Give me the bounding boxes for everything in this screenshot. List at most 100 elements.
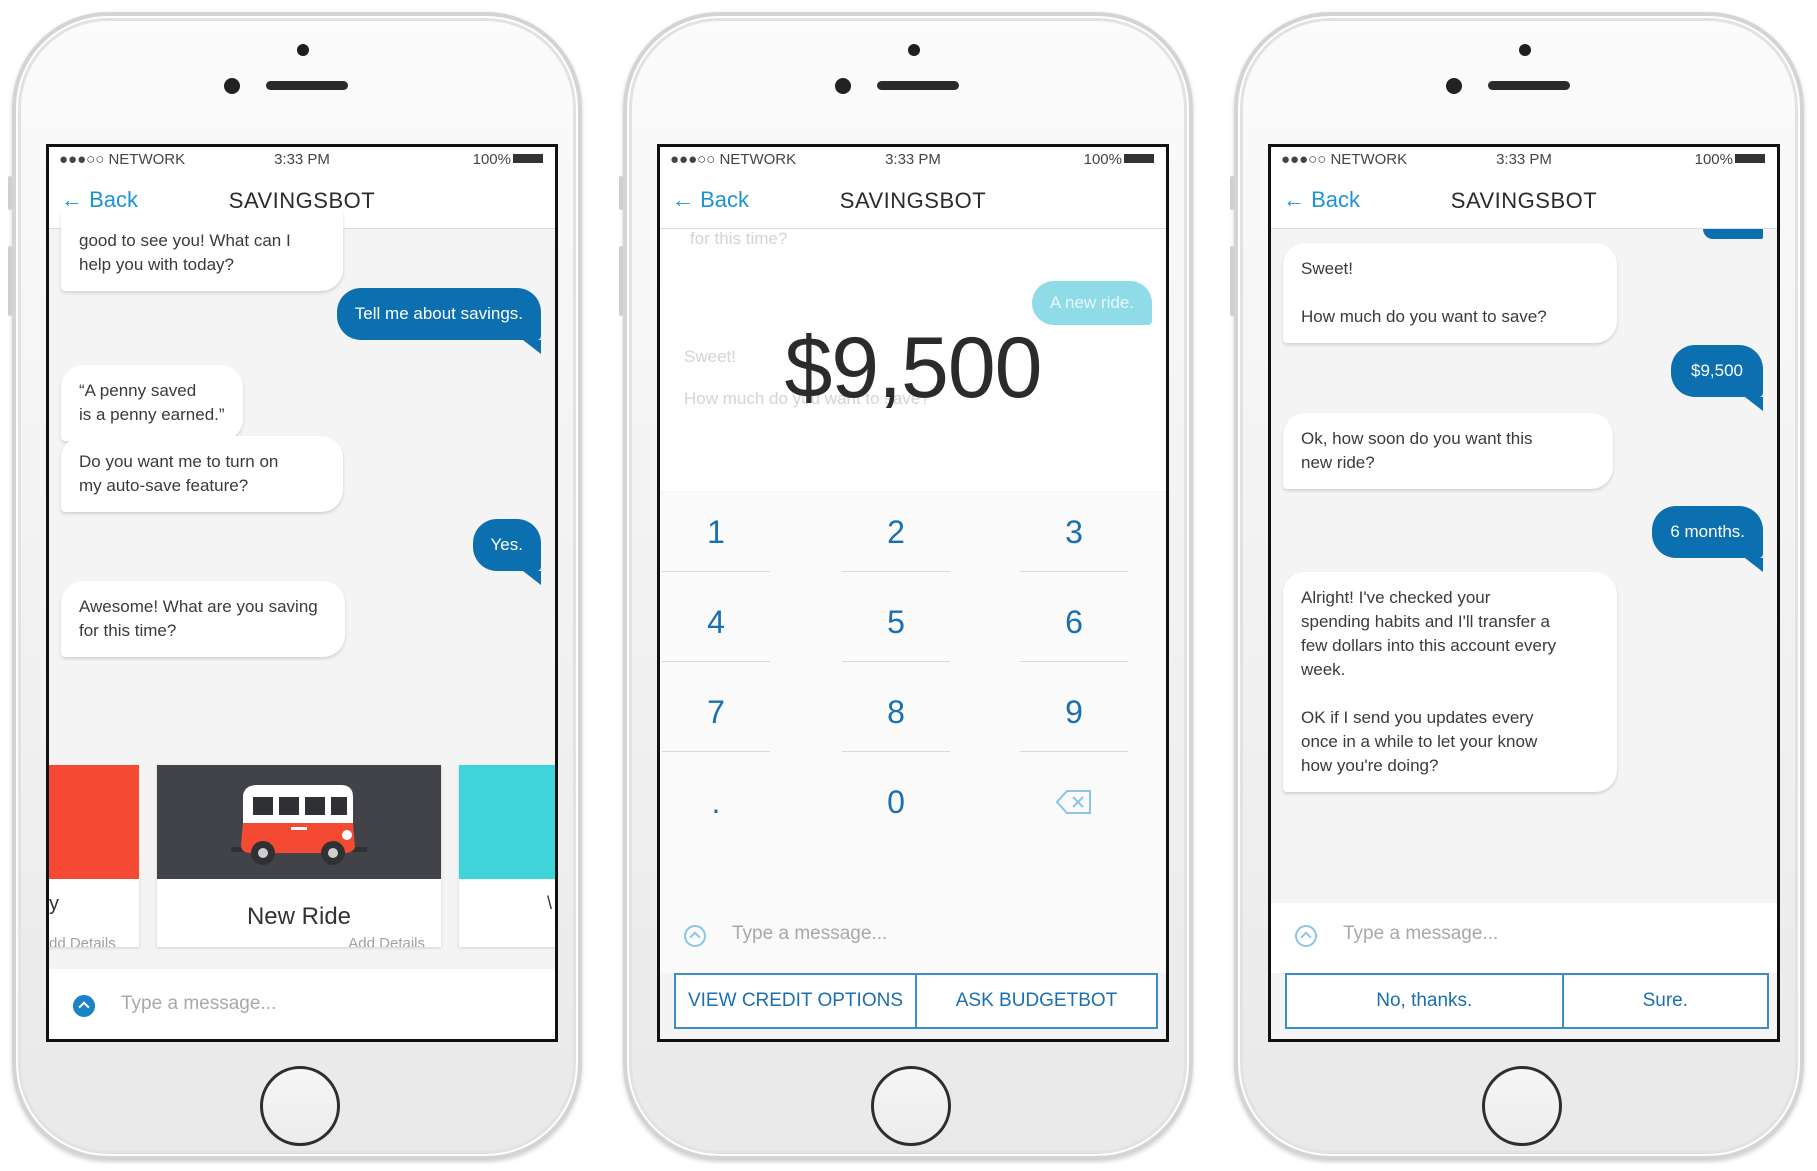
amount-value: $9,500 (784, 320, 1042, 416)
key-6[interactable]: 6 (1014, 582, 1134, 662)
battery-icon (1735, 154, 1765, 163)
card-label: \ (547, 893, 553, 913)
chat-screen-1: ●●●○○ NETWORK 3:33 PM 100% ← Back SAVING… (46, 144, 558, 1042)
sure-button[interactable]: Sure. (1561, 975, 1767, 1027)
volume-up-button (8, 246, 12, 316)
card-sublabel: Add Details (348, 935, 425, 947)
key-7[interactable]: 7 (660, 672, 776, 752)
message-input-bar: Type a message... (1271, 903, 1777, 973)
no-thanks-button[interactable]: No, thanks. (1287, 975, 1562, 1027)
key-label: 9 (1065, 693, 1083, 730)
bot-message: “A penny saved is a penny earned.” (61, 365, 243, 441)
home-button[interactable] (1482, 1066, 1562, 1146)
key-label: . (711, 783, 721, 820)
battery-icon (1124, 154, 1154, 163)
battery-indicator: 100% (473, 151, 543, 168)
key-label: 6 (1065, 603, 1083, 640)
status-bar: ●●●○○ NETWORK 3:33 PM 100% (660, 147, 1166, 171)
chat-screen-2: ●●●○○ NETWORK 3:33 PM 100% ← Back SAVING… (657, 144, 1169, 1042)
bot-message: Do you want me to turn on my auto-save f… (61, 436, 343, 512)
key-label: 2 (887, 513, 905, 550)
message-input[interactable]: Type a message... (732, 923, 887, 945)
card-label: New Ride (246, 903, 352, 930)
goal-card-new-ride[interactable]: New Ride Add Details (157, 765, 441, 947)
key-8[interactable]: 8 (836, 672, 956, 752)
home-button[interactable] (260, 1066, 340, 1146)
key-1[interactable]: 1 (660, 492, 776, 572)
key-backspace[interactable] (1014, 762, 1134, 842)
key-label: 1 (707, 513, 725, 550)
front-camera (1446, 78, 1462, 94)
user-message: Tell me about savings. (336, 288, 542, 354)
goal-card-left[interactable]: y dd Details (49, 765, 139, 947)
key-0[interactable]: 0 (836, 762, 956, 842)
earpiece-speaker (266, 81, 348, 90)
volume-up-button (619, 246, 623, 316)
key-2[interactable]: 2 (836, 492, 956, 572)
chevron-up-icon[interactable] (73, 995, 95, 1017)
bot-message: Alright! I've checked your spending habi… (1283, 572, 1617, 792)
status-bar: ●●●○○ NETWORK 3:33 PM 100% (1271, 147, 1777, 171)
mute-switch (1230, 176, 1234, 210)
key-label: 7 (707, 693, 725, 730)
user-message: 6 months. (1652, 506, 1763, 572)
bot-message: Sweet! How much do you want to save? (1283, 243, 1617, 343)
battery-indicator: 100% (1695, 151, 1765, 168)
amount-display-panel: for this time? A new ride. Sweet! How mu… (660, 229, 1166, 491)
bot-message: good to see you! What can I help you wit… (61, 211, 343, 291)
card-image-teal (459, 765, 555, 879)
proximity-sensor (908, 44, 920, 56)
phone-frame-3: ●●●○○ NETWORK 3:33 PM 100% ← Back SAVING… (1230, 12, 1804, 1160)
card-sublabel: dd Details (49, 935, 116, 947)
earpiece-speaker (1488, 81, 1570, 90)
key-label: 0 (887, 783, 905, 820)
battery-text: 100% (472, 151, 511, 168)
proximity-sensor (1519, 44, 1531, 56)
front-camera (224, 78, 240, 94)
battery-text: 100% (1694, 151, 1733, 168)
backspace-icon (1055, 790, 1091, 814)
message-input[interactable]: Type a message... (121, 993, 276, 1015)
phone-frame-1: ●●●○○ NETWORK 3:33 PM 100% ← Back SAVING… (8, 12, 582, 1160)
key-4[interactable]: 4 (660, 582, 776, 662)
message-input-bar: Type a message... (49, 969, 555, 1039)
numeric-keypad: 1 2 3 4 5 6 7 8 9 . 0 (660, 492, 1166, 912)
card-image-red (49, 765, 139, 879)
view-credit-options-button[interactable]: VIEW CREDIT OPTIONS (676, 975, 915, 1027)
key-5[interactable]: 5 (836, 582, 956, 662)
key-label: 8 (887, 693, 905, 730)
home-button[interactable] (871, 1066, 951, 1146)
bot-message: Ok, how soon do you want this new ride? (1283, 413, 1613, 489)
quick-replies: No, thanks. Sure. (1285, 973, 1769, 1029)
message-input[interactable]: Type a message... (1343, 923, 1498, 945)
van-icon (157, 765, 441, 879)
earpiece-speaker (877, 81, 959, 90)
goal-card-right[interactable]: \ (459, 765, 555, 947)
page-title: SAVINGSBOT (1450, 188, 1598, 213)
chevron-up-icon[interactable] (684, 925, 706, 947)
bot-message: Awesome! What are you saving for this ti… (61, 581, 345, 657)
key-decimal[interactable]: . (660, 762, 776, 842)
user-message-tail (1703, 229, 1763, 239)
message-input-bar: Type a message... (660, 903, 1166, 973)
proximity-sensor (297, 44, 309, 56)
key-3[interactable]: 3 (1014, 492, 1134, 572)
faded-bot-message: for this time? (690, 229, 788, 248)
chat-screen-3: ●●●○○ NETWORK 3:33 PM 100% ← Back SAVING… (1268, 144, 1780, 1042)
nav-bar: ← Back SAVINGSBOT (1271, 171, 1777, 229)
front-camera (835, 78, 851, 94)
user-message: $9,500 (1671, 345, 1763, 411)
page-title: SAVINGSBOT (839, 188, 987, 213)
ask-budgetbot-button[interactable]: ASK BUDGETBOT (915, 975, 1156, 1027)
user-message: Yes. (472, 519, 542, 585)
key-9[interactable]: 9 (1014, 672, 1134, 752)
battery-indicator: 100% (1084, 151, 1154, 168)
key-label: 3 (1065, 513, 1083, 550)
battery-icon (513, 154, 543, 163)
status-bar: ●●●○○ NETWORK 3:33 PM 100% (49, 147, 555, 171)
chevron-up-icon[interactable] (1295, 925, 1317, 947)
card-label: y (49, 893, 59, 915)
nav-bar: ← Back SAVINGSBOT (660, 171, 1166, 229)
battery-text: 100% (1083, 151, 1122, 168)
key-label: 4 (707, 603, 725, 640)
